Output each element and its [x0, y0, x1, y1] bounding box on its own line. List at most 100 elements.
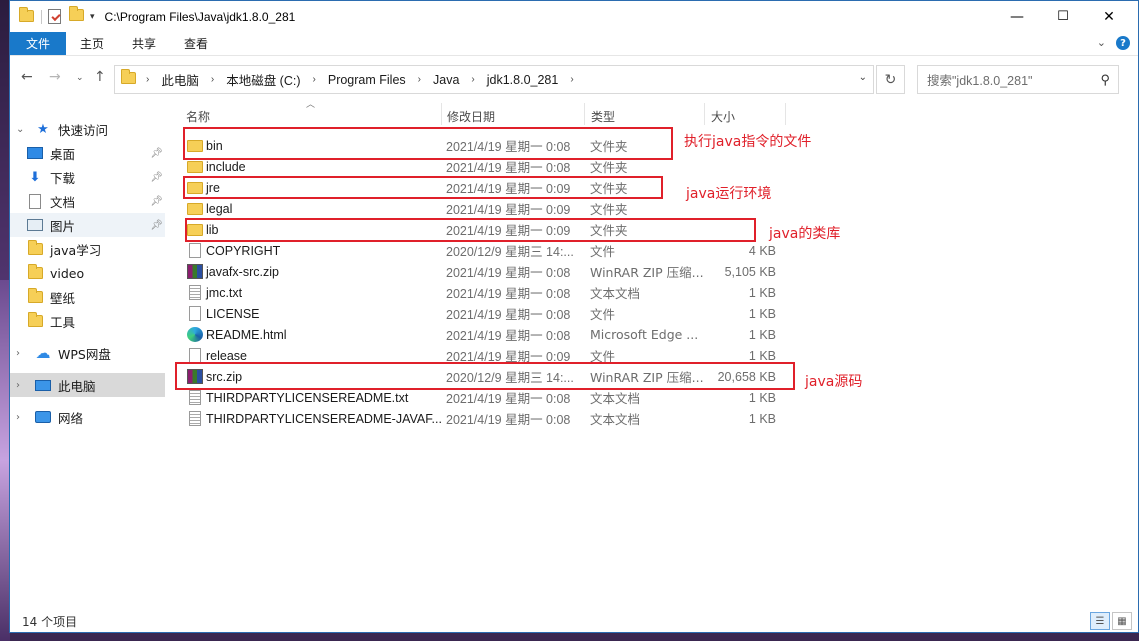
breadcrumb-java[interactable]: Java — [433, 73, 459, 87]
chevron-down-icon[interactable]: ⌄ — [16, 124, 28, 135]
refresh-button[interactable]: ↻ — [876, 65, 905, 94]
chevron-right-icon[interactable]: › — [16, 348, 28, 359]
edge-icon — [187, 327, 203, 342]
expand-ribbon-icon[interactable]: ⌄ — [1097, 36, 1106, 50]
details-view-icon[interactable]: ☰ — [1090, 612, 1110, 630]
chevron-right-icon[interactable]: › — [16, 380, 28, 391]
column-header-name[interactable]: 名称 — [186, 107, 210, 125]
sidebar-item-this-pc[interactable]: › 此电脑 — [10, 373, 165, 397]
quick-access-dropdown-icon[interactable]: ▾ — [90, 12, 95, 22]
title-bar: ▾ C:\Program Files\Java\jdk1.8.0_281 — ☐… — [10, 1, 1138, 32]
sidebar-item-label: 文档 — [50, 194, 76, 210]
breadcrumb-program-files[interactable]: Program Files — [328, 73, 406, 87]
address-history-dropdown-icon[interactable]: ⌄ — [859, 72, 867, 83]
file-size: 1 KB — [748, 390, 776, 405]
folder-icon — [19, 6, 35, 24]
chevron-right-icon[interactable]: › — [313, 74, 316, 85]
annotation-lib: java的类库 — [769, 226, 841, 242]
breadcrumb-this-pc[interactable]: 此电脑 — [161, 70, 199, 89]
column-header-type[interactable]: 类型 — [591, 107, 615, 125]
new-folder-icon[interactable] — [69, 6, 84, 24]
sidebar-item-tools[interactable]: 工具 — [10, 309, 165, 333]
file-row-thirdparty-readme[interactable]: THIRDPARTYLICENSEREADME.txt 2021/4/19 星期… — [185, 387, 785, 408]
forward-arrow-icon[interactable]: → — [49, 69, 61, 85]
tab-file[interactable]: 文件 — [10, 32, 67, 55]
chevron-right-icon[interactable]: › — [570, 74, 573, 85]
sidebar-item-network[interactable]: › 网络 — [10, 405, 165, 429]
folder-icon — [26, 240, 44, 257]
close-button[interactable]: ✕ — [1086, 1, 1132, 32]
file-size: 1 KB — [748, 327, 776, 342]
file-size: 1 KB — [748, 285, 776, 300]
chevron-right-icon[interactable]: › — [471, 74, 474, 85]
tab-share[interactable]: 共享 — [118, 32, 170, 55]
chevron-right-icon[interactable]: › — [146, 74, 149, 85]
breadcrumb-jdk[interactable]: jdk1.8.0_281 — [487, 73, 559, 87]
sidebar-item-video[interactable]: video — [10, 261, 165, 285]
sidebar-item-pictures[interactable]: 图片 📌︎ — [10, 213, 165, 237]
back-arrow-icon[interactable]: ← — [21, 69, 33, 85]
sidebar-item-documents[interactable]: 文档 📌︎ — [10, 189, 165, 213]
search-icon[interactable]: ⚲ — [1100, 72, 1110, 88]
tab-view[interactable]: 查看 — [170, 32, 222, 55]
highlight-box-lib — [185, 218, 756, 242]
sidebar-item-quick-access[interactable]: ⌄ ★ 快速访问 — [10, 117, 165, 141]
file-row-jmc[interactable]: jmc.txt 2021/4/19 星期一 0:08 文本文档 1 KB — [185, 282, 785, 303]
pin-icon[interactable]: 📌︎ — [150, 148, 163, 159]
file-type: WinRAR ZIP 压缩... — [590, 265, 704, 280]
column-divider[interactable] — [704, 103, 705, 125]
file-row-readme[interactable]: README.html 2021/4/19 星期一 0:08 Microsoft… — [185, 324, 785, 345]
address-bar[interactable]: › 此电脑 › 本地磁盘 (C:) › Program Files › Java… — [114, 65, 874, 94]
file-row-license[interactable]: LICENSE 2021/4/19 星期一 0:08 文件 1 KB — [185, 303, 785, 324]
sidebar-item-wps-cloud[interactable]: › ☁ WPS网盘 — [10, 341, 165, 365]
chevron-right-icon[interactable]: › — [16, 412, 28, 423]
column-divider[interactable] — [785, 103, 786, 125]
column-header-size[interactable]: 大小 — [711, 107, 735, 125]
sidebar-item-label: 此电脑 — [58, 378, 96, 394]
sidebar-item-wallpaper[interactable]: 壁纸 — [10, 285, 165, 309]
text-file-icon — [189, 285, 201, 300]
pin-icon[interactable]: 📌︎ — [150, 172, 163, 183]
sidebar-item-downloads[interactable]: ⬇ 下载 📌︎ — [10, 165, 165, 189]
file-row-copyright[interactable]: COPYRIGHT 2020/12/9 星期三 14:... 文件 4 KB — [185, 240, 785, 261]
sidebar-item-desktop[interactable]: 桌面 📌︎ — [10, 141, 165, 165]
search-input[interactable]: 搜索"jdk1.8.0_281" ⚲ — [917, 65, 1119, 94]
tab-home[interactable]: 主页 — [66, 32, 118, 55]
highlight-box-bin — [183, 127, 673, 160]
properties-icon[interactable] — [48, 9, 61, 24]
text-file-icon — [189, 411, 201, 426]
file-type: 文本文档 — [590, 286, 641, 301]
breadcrumb-local-disk[interactable]: 本地磁盘 (C:) — [226, 70, 300, 89]
minimize-button[interactable]: — — [994, 1, 1040, 32]
column-header-date[interactable]: 修改日期 — [447, 107, 495, 125]
sidebar-item-label: 图片 — [50, 218, 76, 234]
column-divider[interactable] — [441, 103, 442, 125]
sidebar-item-label: 下载 — [50, 170, 76, 186]
chevron-right-icon[interactable]: › — [211, 74, 214, 85]
pictures-icon — [26, 217, 44, 233]
chevron-right-icon[interactable]: › — [418, 74, 421, 85]
navigation-pane: ⌄ ★ 快速访问 桌面 📌︎ ⬇ 下载 📌︎ 文档 📌︎ 图片 📌︎ java学… — [10, 97, 170, 605]
help-icon[interactable]: ? — [1116, 36, 1130, 50]
sidebar-item-label: 桌面 — [50, 146, 76, 162]
file-row-thirdparty-readme-javafx[interactable]: THIRDPARTYLICENSEREADME-JAVAF... 2021/4/… — [185, 408, 785, 429]
large-icons-view-icon[interactable]: ▦ — [1112, 612, 1132, 630]
pin-icon[interactable]: 📌︎ — [150, 220, 163, 231]
file-date: 2021/4/19 星期一 0:08 — [446, 287, 571, 301]
refresh-icon: ↻ — [884, 71, 897, 88]
file-row-javafx-src[interactable]: javafx-src.zip 2021/4/19 星期一 0:08 WinRAR… — [185, 261, 785, 282]
sidebar-item-label: 网络 — [58, 410, 84, 426]
sidebar-item-java-study[interactable]: java学习 — [10, 237, 165, 261]
folder-icon — [187, 161, 203, 173]
maximize-button[interactable]: ☐ — [1040, 1, 1086, 32]
sidebar-item-label: 快速访问 — [58, 122, 109, 138]
text-file-icon — [189, 390, 201, 405]
up-arrow-icon[interactable]: ↑ — [94, 69, 106, 85]
file-name: include — [206, 159, 246, 174]
divider — [41, 9, 42, 24]
search-placeholder: 搜索"jdk1.8.0_281" — [927, 74, 1033, 88]
pin-icon[interactable]: 📌︎ — [150, 196, 163, 207]
recent-locations-chevron-icon[interactable]: ⌄ — [76, 73, 84, 83]
file-type: 文本文档 — [590, 412, 641, 427]
column-divider[interactable] — [584, 103, 585, 125]
